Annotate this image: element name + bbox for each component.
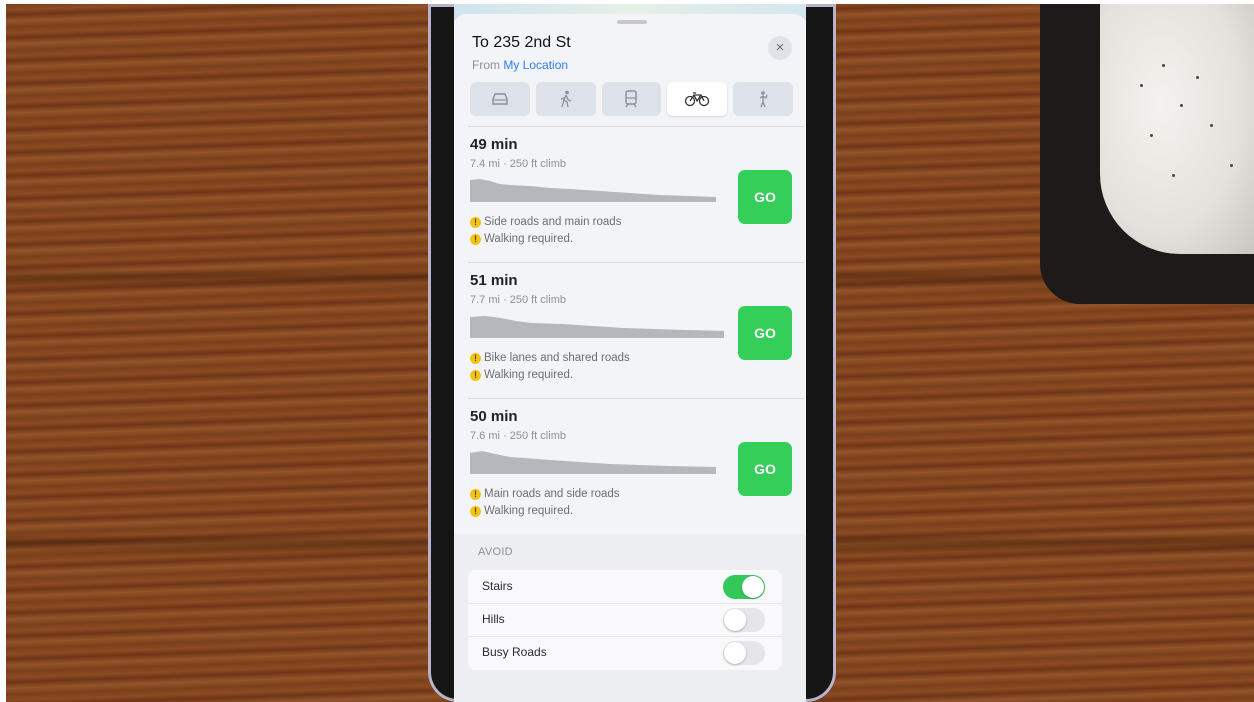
route-duration: 51 min: [470, 272, 518, 289]
route-distance-climb: 7.7 mi · 250 ft climb: [470, 294, 566, 306]
route-note-text: Main roads and side roads: [484, 488, 620, 500]
route-note: ! Side roads and main roads: [470, 216, 621, 228]
hills-toggle[interactable]: [723, 608, 765, 632]
elevation-profile-chart: [470, 451, 716, 474]
route-note-text: Side roads and main roads: [484, 216, 622, 228]
avoid-row-busy-roads: Busy Roads: [468, 636, 782, 669]
toggle-knob: [724, 642, 746, 664]
route-note: ! Main roads and side roads: [470, 488, 620, 500]
stairs-toggle[interactable]: [723, 575, 765, 599]
from-label: From: [472, 58, 500, 72]
route-distance-climb: 7.4 mi · 250 ft climb: [470, 158, 566, 170]
go-button[interactable]: GO: [738, 442, 792, 496]
elevation-profile-chart: [470, 179, 716, 202]
close-icon: ×: [775, 39, 785, 56]
bicycle-icon: [685, 92, 710, 107]
route-note-text: Bike lanes and shared roads: [484, 352, 630, 364]
mode-drive[interactable]: [470, 82, 530, 116]
warning-icon: !: [470, 352, 481, 364]
mode-transit[interactable]: [601, 82, 662, 116]
avoid-row-hills: Hills: [468, 603, 782, 637]
divider: [468, 126, 804, 127]
route-note: ! Walking required.: [470, 369, 573, 381]
ride-share-icon: [759, 91, 768, 108]
origin-line: From My Location: [472, 58, 568, 72]
avoid-row-stairs: Stairs: [468, 570, 782, 604]
avoid-label: Stairs: [482, 579, 513, 593]
route-note-text: Walking required.: [484, 505, 574, 517]
route-note: ! Bike lanes and shared roads: [470, 352, 630, 364]
go-button[interactable]: GO: [738, 170, 792, 224]
walking-icon: [560, 90, 571, 108]
route-note: ! Walking required.: [470, 505, 573, 517]
warning-icon: !: [470, 233, 481, 245]
avoid-header: AVOID: [478, 546, 513, 558]
avoid-section: AVOID Stairs Hills Busy Roads: [454, 534, 806, 702]
route-option-2[interactable]: 51 min 7.7 mi · 250 ft climb ! Bike lane…: [468, 266, 798, 396]
warning-icon: !: [470, 216, 481, 228]
route-duration: 49 min: [470, 136, 518, 153]
close-button[interactable]: ×: [768, 36, 792, 60]
avoid-options-list: Stairs Hills Busy Roads: [468, 570, 782, 670]
toggle-knob: [742, 576, 764, 598]
route-note-text: Walking required.: [484, 369, 574, 381]
route-note: ! Walking required.: [470, 233, 573, 245]
route-distance-climb: 7.6 mi · 250 ft climb: [470, 430, 566, 442]
warning-icon: !: [470, 369, 481, 381]
maps-screen: To 235 2nd St From My Location × 49 min …: [454, 4, 806, 702]
divider: [468, 262, 804, 263]
avoid-label: Busy Roads: [482, 645, 547, 659]
mode-walk[interactable]: [535, 82, 596, 116]
destination-title: To 235 2nd St: [472, 34, 571, 51]
avoid-label: Hills: [482, 612, 505, 626]
route-option-1[interactable]: 49 min 7.4 mi · 250 ft climb ! Side road…: [468, 130, 798, 260]
elevation-profile-chart: [470, 316, 724, 338]
coffee-cup: [1100, 4, 1254, 254]
warning-icon: !: [470, 488, 481, 500]
origin-link[interactable]: My Location: [503, 58, 568, 72]
route-note-text: Walking required.: [484, 233, 574, 245]
directions-sheet: To 235 2nd St From My Location × 49 min …: [454, 14, 806, 702]
mode-ride-share[interactable]: [733, 82, 793, 116]
toggle-knob: [724, 609, 746, 631]
car-icon: [492, 93, 508, 105]
warning-icon: !: [470, 505, 481, 517]
route-duration: 50 min: [470, 408, 518, 425]
busy-roads-toggle[interactable]: [723, 641, 765, 665]
divider: [468, 398, 804, 399]
go-button[interactable]: GO: [738, 306, 792, 360]
transit-icon: [625, 90, 638, 108]
route-option-3[interactable]: 50 min 7.6 mi · 250 ft climb ! Main road…: [468, 402, 798, 532]
sheet-grabber[interactable]: [617, 20, 647, 24]
mode-cycle[interactable]: [667, 82, 728, 116]
transport-mode-selector: [470, 82, 793, 118]
